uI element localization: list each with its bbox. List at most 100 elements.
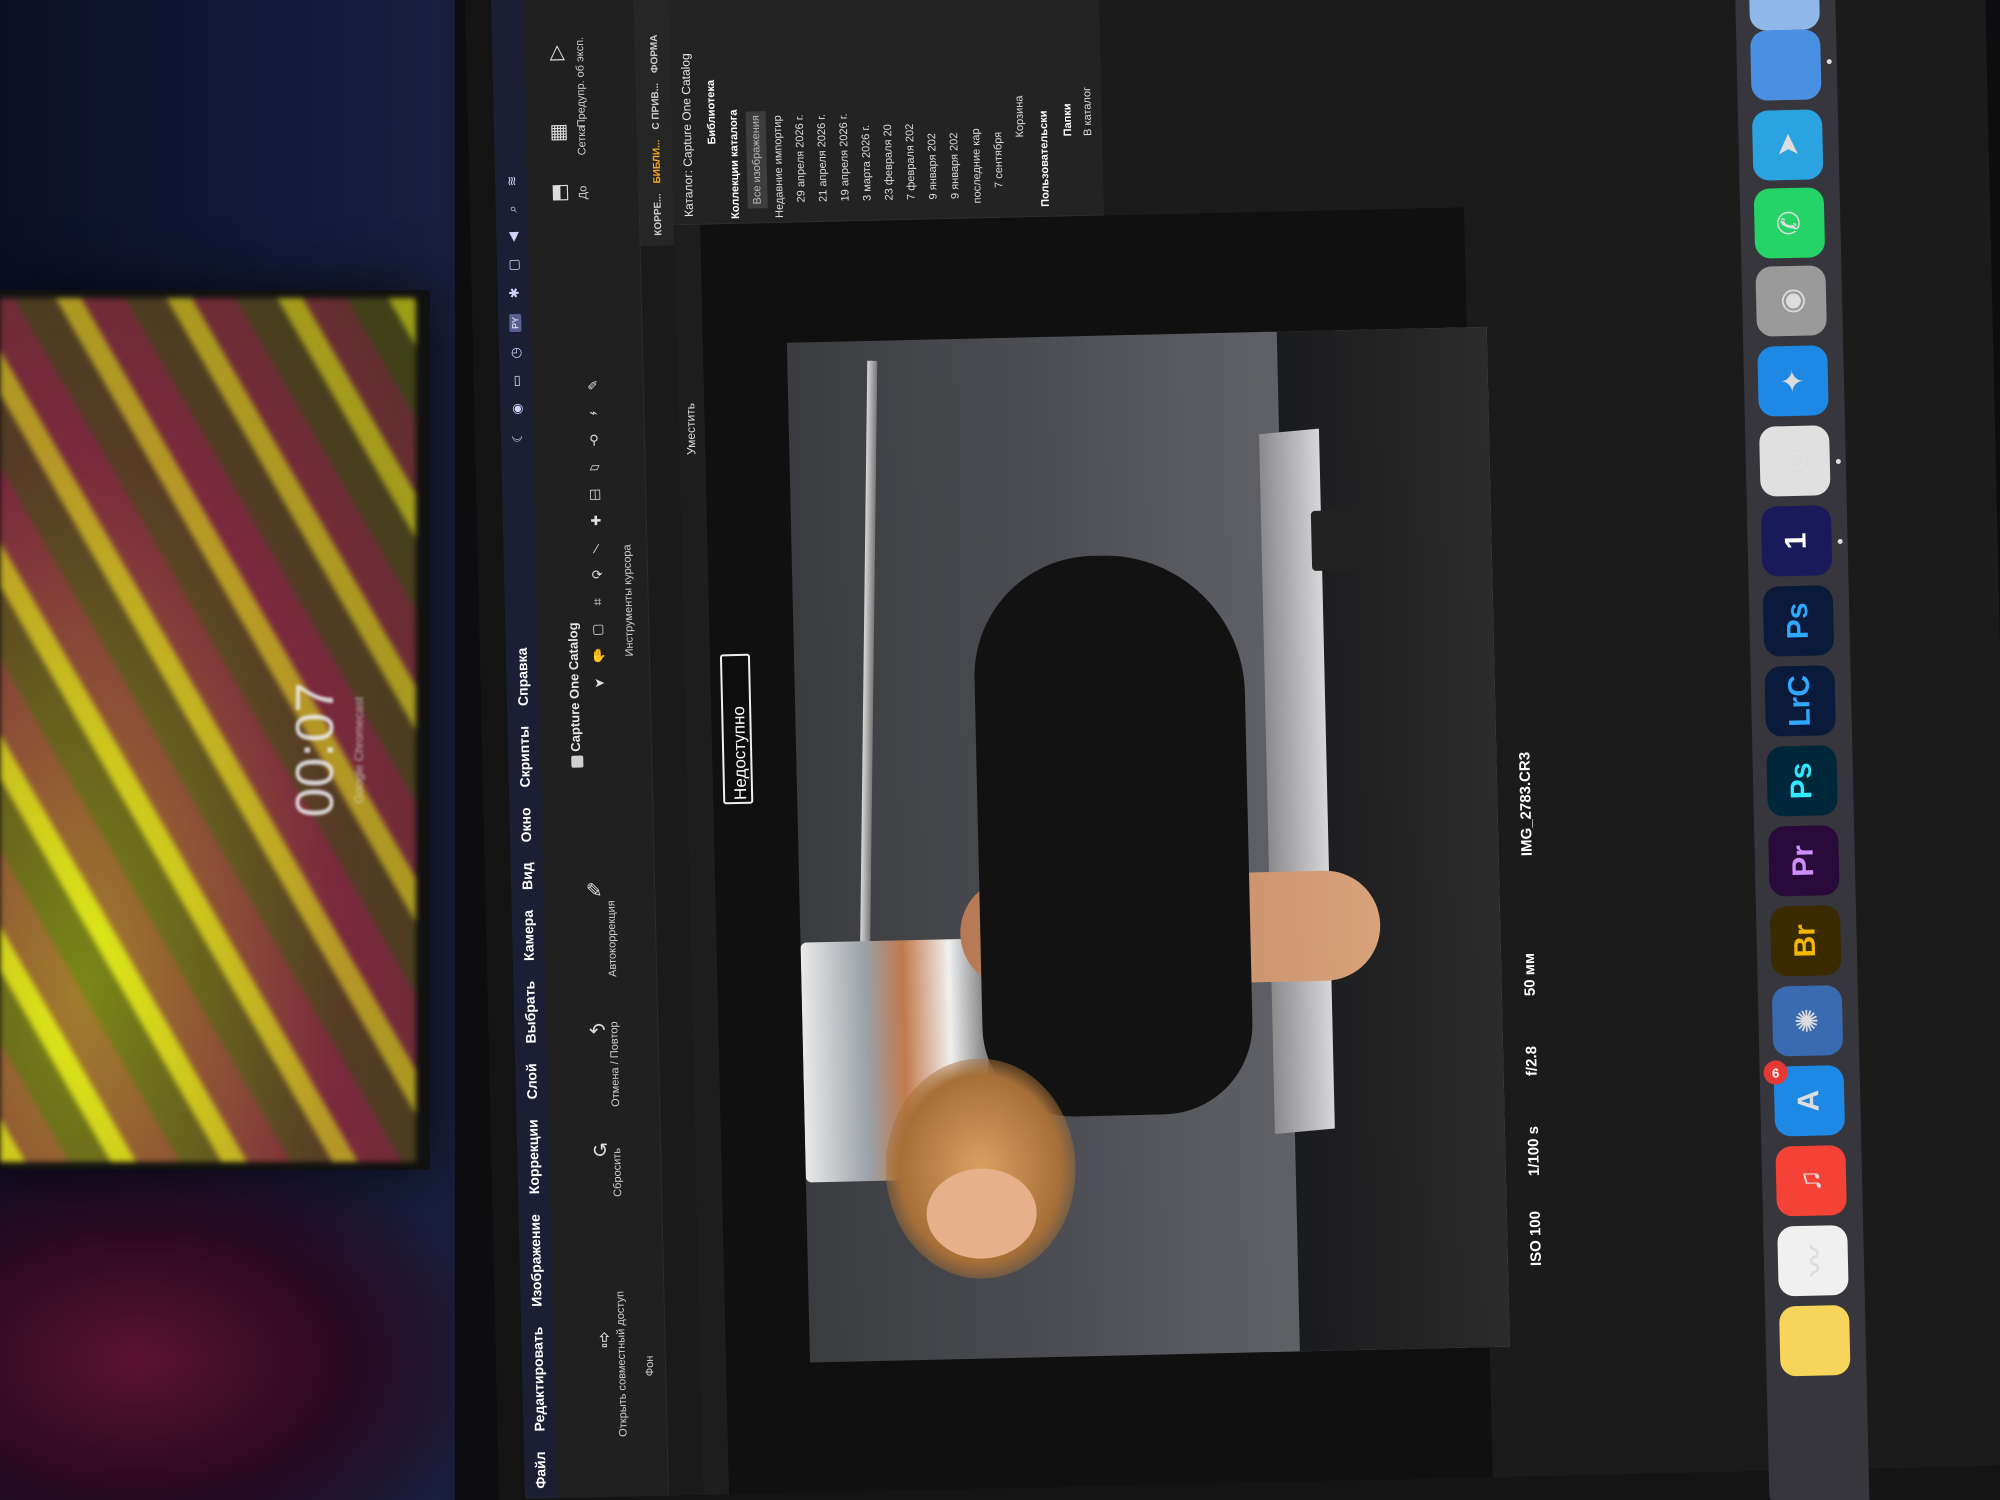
aperture: f/2.8 [1523,1045,1541,1077]
dock-whatsapp[interactable]: ✆ [1753,187,1826,259]
pen-icon[interactable]: ✐ [584,377,602,395]
dock-music[interactable]: ♫ [1775,1144,1847,1217]
capture-date-item[interactable]: 7 сентября [988,132,1009,189]
dock-photoshop[interactable]: Ps [1762,585,1835,657]
unavailable-badge: Недоступно [719,653,754,805]
all-images-item[interactable]: Все изображения [745,110,768,209]
dock-premiere[interactable]: Pr [1768,825,1840,897]
import-item[interactable]: 21 апреля 2026 г. [812,114,834,202]
trash-item[interactable]: Корзина [1009,95,1030,137]
user-collections-section[interactable]: Пользовательски [1034,110,1056,207]
reset-button[interactable]: ↺ Сбросить [587,1137,625,1197]
tab-library[interactable]: БИБЛИ... [651,139,663,183]
window-title: Capture One Catalog [565,622,583,768]
recent-captures-item[interactable]: последние кар [966,128,988,203]
import-item[interactable]: 19 апреля 2026 г. [834,113,856,201]
main-photo[interactable] [786,326,1510,1363]
eyedropper-icon[interactable]: ⚲ [585,431,603,449]
library-section[interactable]: Библиотека [701,80,722,145]
cursor-tools-label: Инструменты курсора [621,544,636,657]
eraser-icon[interactable]: ▱ [585,458,603,476]
hand-icon[interactable]: ✋ [590,647,608,665]
menu-image[interactable]: Изображение [527,1214,545,1307]
menu-edit[interactable]: Редактировать [529,1327,547,1432]
before-button[interactable]: ◧ До [547,178,590,205]
dock-camera[interactable]: ◉ [1755,265,1827,337]
pointer-icon[interactable]: ➤ [590,674,608,692]
share-tool[interactable]: ⇪ Открыть совместный доступ [591,1291,630,1437]
grid-button[interactable]: ▦ Сетка [546,118,588,155]
frame-icon[interactable]: ▢ [589,620,607,638]
clock-icon[interactable]: ◷ [508,346,523,360]
cursor-tools: ✐ ⌁ ⚲ ▱ ◫ ✚ ∕ ⟳ ⌗ ▢ ✋ ➤ [582,377,614,797]
magic-wand-icon: ✎ [585,879,603,902]
running-indicator [1835,458,1841,465]
dock-capture-one[interactable]: 1 [1760,505,1833,577]
layer-name[interactable]: Фон [644,1355,656,1376]
autocorrect-button[interactable]: ✎ Автокоррекция [581,877,620,977]
record-icon[interactable]: ◉ [509,402,524,416]
folders-section[interactable]: Папки [1058,103,1079,136]
import-item[interactable]: 3 марта 2026 г. [856,125,878,202]
import-item[interactable]: 9 января 202 [944,132,966,199]
import-item[interactable]: 23 февраля 20 [878,124,900,201]
tab-adjustments[interactable]: КОРРЕ... [652,193,664,235]
display-icon[interactable]: ▢ [506,258,521,272]
photo-model-body [971,552,1255,1119]
keyboard-layout-badge[interactable]: PY [509,313,522,333]
wifi-icon[interactable]: ≋ [504,174,519,188]
in-catalog-item[interactable]: В каталог [1077,87,1098,136]
dock-proxyman[interactable] [1750,29,1822,101]
tab-export[interactable]: ФОРМА [648,34,660,73]
volume-icon[interactable]: ◀ [505,230,520,244]
battery-icon[interactable]: ▭ [509,374,524,388]
before-icon: ◧ [550,180,571,203]
library-panel: Каталог: Capture One Catalog Библиотека … [668,0,1105,226]
moon-icon[interactable]: ☾ [510,430,525,444]
dock-bridge[interactable]: Br [1769,905,1842,977]
menu-scripts[interactable]: Скрипты [515,726,532,788]
screen: Файл Редактировать Изображение Коррекции… [465,0,2000,1500]
menu-file[interactable]: Файл [532,1451,549,1489]
dock-notes[interactable] [1778,1304,1851,1377]
import-item[interactable]: 9 января 202 [922,133,944,200]
dock-safari[interactable]: ✦ [1757,345,1829,417]
menu-help[interactable]: Справка [514,647,531,706]
import-item[interactable]: 29 апреля 2026 г. [790,114,812,202]
menu-view[interactable]: Вид [519,862,536,890]
image-viewer: Уместить Недоступно IMG_2783.CR3 50 мм f… [674,207,1545,1495]
menu-layer[interactable]: Слой [523,1063,540,1099]
line-icon[interactable]: ∕ [587,539,605,557]
recent-imports-item[interactable]: Недавние импортир [768,115,790,218]
menu-adjustments[interactable]: Коррекции [524,1119,542,1194]
tool-tab-bar: КОРРЕ... БИБЛИ... С ПРИВ... ФОРМА [634,0,675,247]
dock-compressor[interactable]: ✺ [1771,985,1844,1057]
undo-redo-button[interactable]: ↶ Отмена / Повтор [584,1017,622,1107]
rotate-icon[interactable]: ⟳ [588,566,606,584]
import-item[interactable]: 7 февраля 202 [900,123,922,200]
panel-tabs: КОРРЕ... БИБЛИ... С ПРИВ... ФОРМА [644,34,669,236]
menu-select[interactable]: Выбрать [521,981,538,1044]
window-title-text: Capture One Catalog [565,622,584,752]
crop-icon[interactable]: ⌗ [588,593,606,611]
tab-capture[interactable]: С ПРИВ... [649,83,661,130]
menu-window[interactable]: Окно [517,807,534,842]
dock-lightroom[interactable]: LrC [1764,665,1837,737]
catalog-collections-section[interactable]: Коллекции каталога [724,109,746,219]
search-icon[interactable]: ⌕ [505,202,520,216]
heal-icon[interactable]: ✚ [587,512,605,530]
catalog-icon [570,755,584,768]
menu-camera[interactable]: Камера [520,910,537,961]
dock-finder[interactable] [1748,0,1821,31]
share-label: Открыть совместный доступ [614,1290,630,1437]
dock-freeform[interactable]: 〰 [1777,1224,1849,1297]
zoom-fit-button[interactable]: Уместить [683,403,698,455]
brush-icon[interactable]: ⌁ [584,404,602,422]
running-indicator [1837,538,1843,544]
dock-chrome[interactable]: ◎ [1759,425,1831,497]
exposure-warning-button[interactable]: △ Предупр. об эксп. [544,37,588,128]
dock-photoshop-2[interactable]: Ps [1766,745,1838,817]
gradient-icon[interactable]: ◫ [586,485,604,503]
bluetooth-icon[interactable]: ✱ [507,286,522,300]
dock-telegram[interactable]: ➤ [1751,109,1824,181]
